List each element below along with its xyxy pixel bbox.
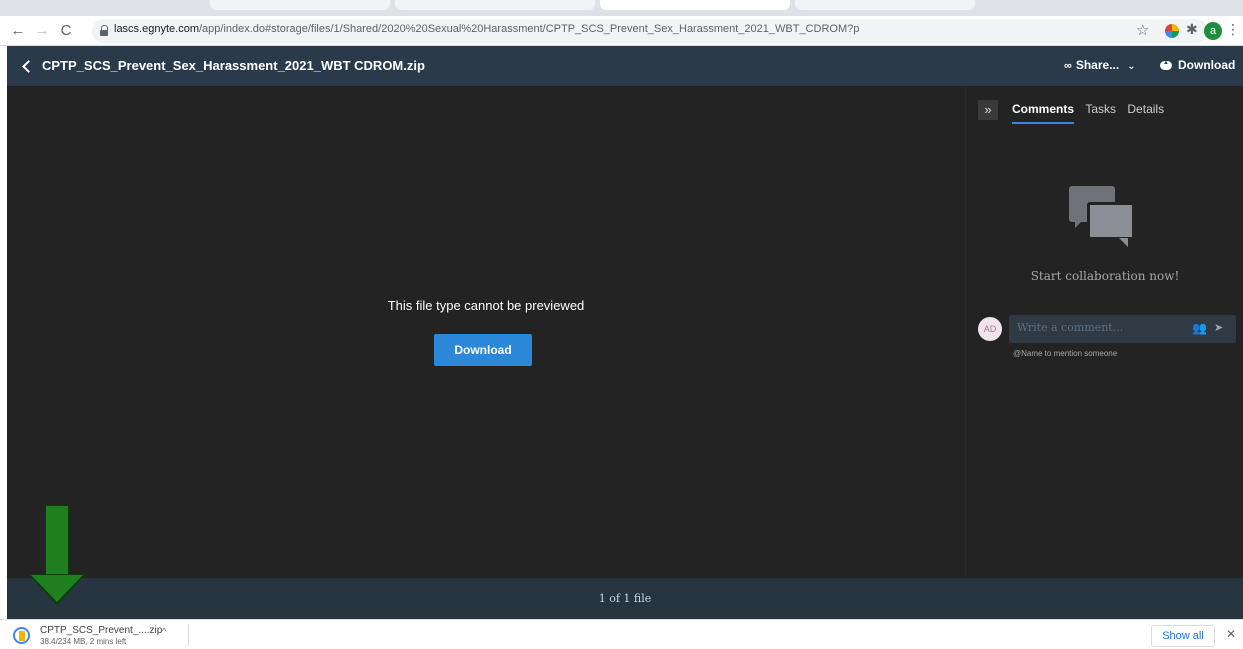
share-button[interactable]: ∞ Share... ⌄ <box>1064 58 1136 72</box>
download-header-label: Download <box>1178 58 1236 72</box>
collapse-panel-icon[interactable]: » <box>978 100 998 120</box>
share-label: Share... <box>1075 58 1120 72</box>
lock-icon[interactable] <box>100 25 109 36</box>
browser-toolbar: ← → C lascs.egnyte.com/app/index.do#stor… <box>0 16 1243 46</box>
browser-tab-active[interactable] <box>600 0 790 10</box>
browser-tab[interactable] <box>395 0 595 10</box>
url-host: lascs.egnyte.com <box>114 23 199 35</box>
back-arrow-icon[interactable]: ← <box>8 21 28 41</box>
chevron-up-icon[interactable]: ^ <box>162 626 166 636</box>
file-title: CPTP_SCS_Prevent_Sex_Harassment_2021_WBT… <box>42 58 425 73</box>
empty-comments-message: Start collaboration now! <box>1030 269 1180 283</box>
browser-tab[interactable] <box>795 0 975 10</box>
divider <box>188 624 189 646</box>
add-person-icon[interactable]: 👥 <box>1192 321 1207 335</box>
extension-icon[interactable] <box>1165 24 1179 38</box>
browser-tab-strip <box>0 0 1243 16</box>
chat-bubbles-icon <box>1069 186 1141 256</box>
cloud-download-icon <box>1160 60 1172 70</box>
link-icon: ∞ <box>1064 60 1072 72</box>
browser-tab[interactable] <box>210 0 390 10</box>
no-preview-message: This file type cannot be previewed <box>387 298 585 313</box>
app-header: CPTP_SCS_Prevent_Sex_Harassment_2021_WBT… <box>7 46 1243 86</box>
tab-details[interactable]: Details <box>1127 102 1164 122</box>
forward-arrow-icon[interactable]: → <box>32 21 52 41</box>
url-path: /app/index.do#storage/files/1/Shared/202… <box>198 23 860 35</box>
comment-input[interactable] <box>1017 321 1177 334</box>
avatar: AD <box>978 317 1002 341</box>
mention-hint: @Name to mention someone <box>1013 349 1118 358</box>
bookmark-star-icon[interactable]: ☆ <box>1136 21 1149 39</box>
chevron-left-icon[interactable] <box>18 56 36 76</box>
download-header-button[interactable]: Download <box>1160 58 1235 72</box>
url-text[interactable]: lascs.egnyte.com/app/index.do#storage/fi… <box>114 23 859 35</box>
download-button[interactable]: Download <box>434 334 532 366</box>
send-icon[interactable]: ➤ <box>1214 321 1223 334</box>
reload-icon[interactable]: C <box>56 21 76 41</box>
green-down-arrow-annotation <box>28 505 86 605</box>
comment-box: 👥 ➤ <box>1009 315 1236 343</box>
show-all-button[interactable]: Show all <box>1151 625 1215 647</box>
tab-tasks[interactable]: Tasks <box>1085 102 1116 122</box>
viewer-footer: 1 of 1 file <box>7 578 1243 619</box>
chevron-down-icon: ⌄ <box>1127 61 1136 72</box>
puzzle-extensions-icon[interactable]: ✱ <box>1186 21 1198 38</box>
file-viewer: This file type cannot be previewed Downl… <box>7 86 1243 578</box>
side-panel: » Comments Tasks Details Start collabora… <box>965 86 1243 578</box>
download-file-name[interactable]: CPTP_SCS_Prevent_....zip <box>40 625 162 636</box>
file-count: 1 of 1 file <box>598 592 652 605</box>
tab-comments[interactable]: Comments <box>1012 102 1075 124</box>
panel-tabs: Comments Tasks Details <box>1012 102 1172 124</box>
profile-avatar[interactable]: a <box>1204 22 1222 40</box>
download-shelf: CPTP_SCS_Prevent_....zip 38.4/234 MB, 2 … <box>0 619 1243 649</box>
close-icon[interactable]: ✕ <box>1226 627 1236 641</box>
download-progress-icon[interactable] <box>13 627 30 644</box>
kebab-menu-icon[interactable]: ⋮ <box>1226 21 1240 38</box>
download-status: 38.4/234 MB, 2 mins left <box>40 637 127 646</box>
